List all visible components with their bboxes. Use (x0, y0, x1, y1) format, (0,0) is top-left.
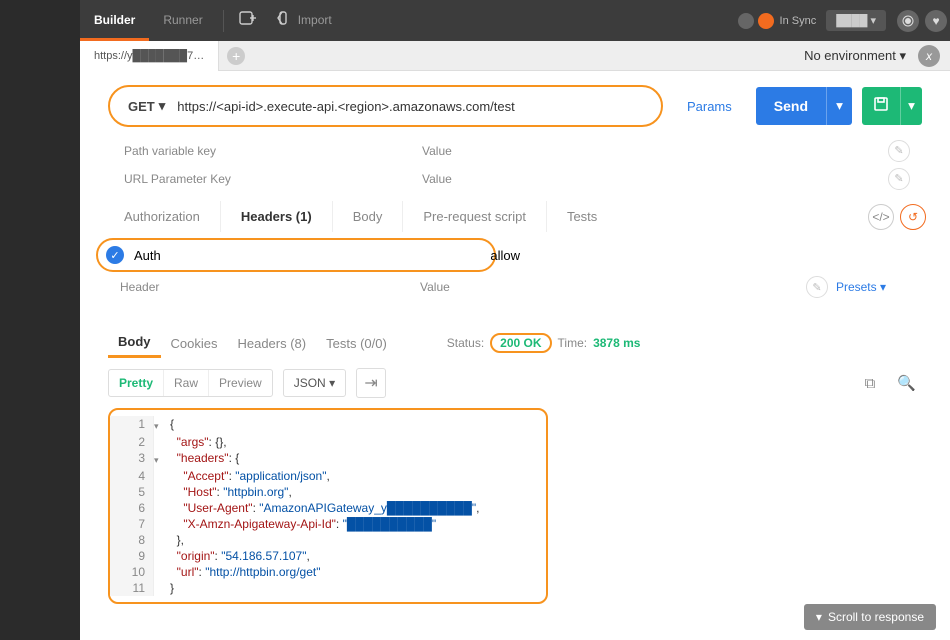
tab-body[interactable]: Body (333, 201, 404, 232)
topbar: Builder Runner Import In Sync ████ ▾ ♥ (80, 0, 950, 41)
add-tab-button[interactable]: + (227, 47, 245, 65)
workspace: GET▾ Params Send ▾ ▾ Path variable key V… (80, 71, 950, 640)
status-value: 200 OK (490, 333, 551, 353)
user-dropdown[interactable]: ████ ▾ (826, 10, 886, 31)
new-header-value[interactable]: Value (420, 280, 806, 294)
tab-runner[interactable]: Runner (149, 0, 216, 41)
send-button[interactable]: Send (756, 87, 826, 125)
fmt-preview[interactable]: Preview (209, 370, 272, 396)
status-label: Status: (447, 336, 484, 350)
search-icon[interactable]: 🔍 (897, 374, 916, 392)
tab-builder[interactable]: Builder (80, 0, 149, 41)
request-section-tabs: Authorization Headers (1) Body Pre-reque… (80, 193, 950, 232)
tab-prerequest[interactable]: Pre-request script (403, 201, 547, 232)
import-icon[interactable] (264, 10, 296, 31)
body-type-dropdown[interactable]: JSON ▾ (283, 369, 346, 397)
new-header-key[interactable]: Header (120, 280, 420, 294)
tab-tests[interactable]: Tests (547, 201, 617, 232)
enabled-check-icon[interactable]: ✓ (106, 246, 124, 264)
resp-tab-cookies[interactable]: Cookies (161, 330, 228, 357)
path-value-input[interactable]: Value (422, 144, 888, 158)
save-button[interactable] (862, 87, 900, 125)
heart-icon[interactable]: ♥ (925, 10, 947, 32)
reset-icon[interactable]: ↺ (900, 204, 926, 230)
env-vars-icon[interactable]: x (918, 45, 940, 67)
code-icon[interactable]: </> (868, 204, 894, 230)
send-dropdown[interactable]: ▾ (826, 87, 852, 125)
urlparam-value-input[interactable]: Value (422, 172, 888, 186)
line-wrap-icon[interactable]: ⇥ (356, 368, 386, 398)
time-label: Time: (558, 336, 588, 350)
tab-headers[interactable]: Headers (1) (221, 201, 333, 232)
sync-dot-icon (758, 13, 774, 29)
params-button[interactable]: Params (673, 99, 746, 114)
sync-status: In Sync (780, 15, 817, 27)
method-dropdown[interactable]: GET▾ (128, 98, 177, 114)
save-dropdown[interactable]: ▾ (900, 87, 922, 125)
fmt-pretty[interactable]: Pretty (109, 370, 164, 396)
resp-tab-tests[interactable]: Tests (0/0) (316, 330, 397, 357)
presets-dropdown[interactable]: Presets ▾ (836, 280, 886, 294)
header-row[interactable]: ✓ Auth allow (96, 238, 496, 272)
fmt-raw[interactable]: Raw (164, 370, 209, 396)
header-key[interactable]: Auth (134, 248, 161, 263)
resp-tab-headers[interactable]: Headers (8) (227, 330, 316, 357)
scroll-to-response-button[interactable]: ▾ Scroll to response (804, 604, 936, 630)
sync-icon (738, 13, 754, 29)
chevron-down-icon: ▾ (159, 98, 166, 114)
path-key-input[interactable]: Path variable key (112, 144, 422, 158)
edit-icon[interactable]: ✎ (888, 140, 910, 162)
environment-dropdown[interactable]: No environment ▾ (798, 48, 912, 64)
edit-icon[interactable]: ✎ (888, 168, 910, 190)
url-input[interactable] (177, 99, 657, 114)
request-tab[interactable]: https://y███████7… (80, 41, 219, 71)
request-tabs-bar: https://y███████7… + No environment ▾ x (80, 41, 950, 71)
url-bar: GET▾ (108, 85, 663, 127)
divider (223, 10, 224, 32)
edit-icon[interactable]: ✎ (806, 276, 828, 298)
left-sidebar (0, 0, 80, 640)
resp-tab-body[interactable]: Body (108, 328, 161, 358)
new-tab-icon[interactable] (230, 9, 264, 32)
urlparam-key-input[interactable]: URL Parameter Key (112, 172, 422, 186)
import-button[interactable]: Import (296, 0, 346, 41)
response-tabs: Body Cookies Headers (8) Tests (0/0) Sta… (80, 314, 950, 358)
time-value: 3878 ms (593, 336, 640, 350)
settings-icon[interactable] (897, 10, 919, 32)
copy-icon[interactable]: ⧉ (865, 375, 876, 392)
response-body: 1▾{ 2 "args": {}, 3▾ "headers": { 4 "Acc… (108, 408, 548, 604)
header-value[interactable]: allow (490, 248, 520, 263)
tab-authorization[interactable]: Authorization (104, 201, 221, 232)
